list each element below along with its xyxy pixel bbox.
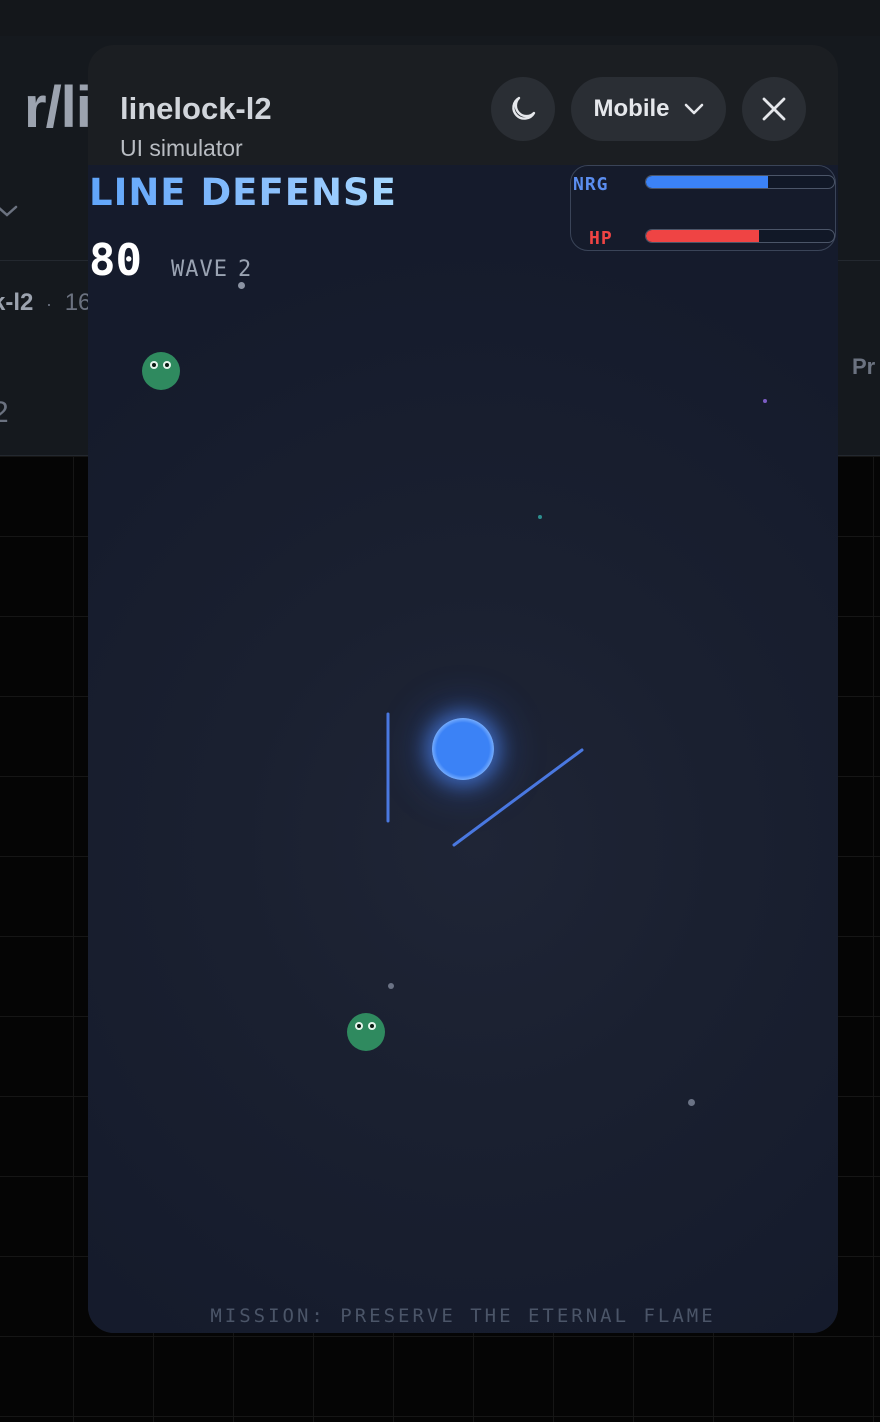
background-right-text: Pr — [852, 354, 876, 379]
chevron-down-icon[interactable] — [0, 200, 18, 222]
background-top-bar — [0, 0, 880, 36]
background-subreddit-title[interactable]: r/li — [24, 74, 92, 141]
background-side-number: 2 — [0, 396, 9, 429]
meta-separator: · — [46, 294, 53, 314]
ui-simulator-modal: linelock-l2 UI simulator Mobile LINE DEF… — [88, 45, 838, 1333]
moon-icon — [512, 96, 536, 120]
chevron-down-icon — [684, 103, 703, 115]
mission-text: MISSION: PRESERVE THE ETERNAL FLAME — [210, 1305, 716, 1327]
eternal-flame-core — [432, 718, 494, 780]
background-post-author[interactable]: k-l2 — [0, 289, 33, 316]
modal-title: linelock-l2 — [120, 91, 272, 126]
modal-subtitle: UI simulator — [120, 135, 243, 161]
close-button[interactable] — [742, 77, 806, 141]
theme-toggle-button[interactable] — [491, 77, 555, 141]
game-canvas[interactable]: LINE DEFENSE 80 WAVE 2 NRG HP MISSION: P… — [88, 165, 838, 1333]
device-select-value: Mobile — [593, 95, 670, 122]
background-post-meta: k-l2 · 16 — [0, 289, 91, 317]
close-icon — [762, 97, 786, 121]
device-select[interactable]: Mobile — [571, 77, 726, 141]
